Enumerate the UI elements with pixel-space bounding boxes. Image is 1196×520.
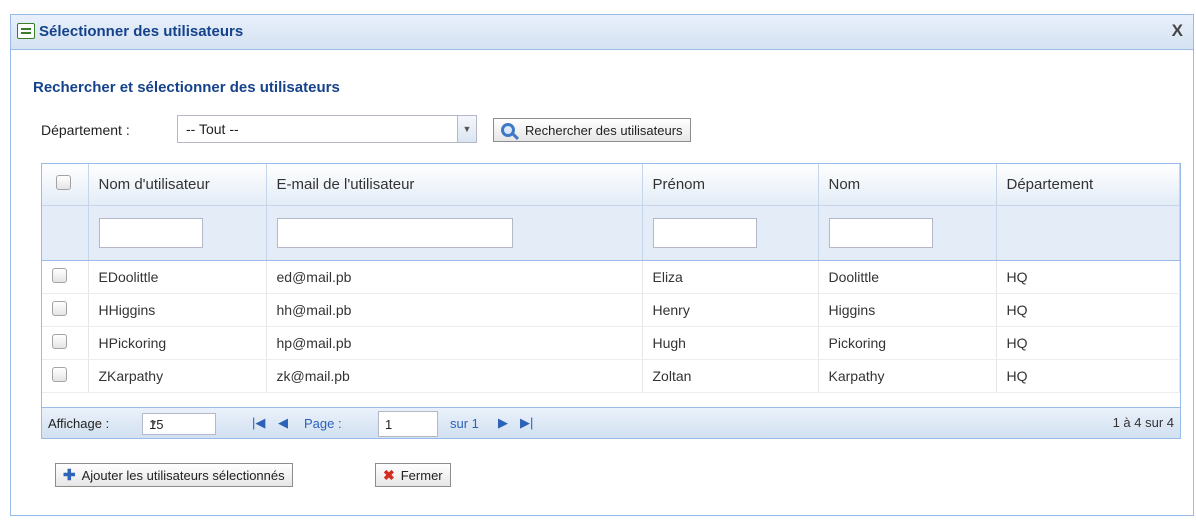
row-checkbox-cell xyxy=(42,260,89,294)
search-users-button[interactable]: Rechercher des utilisateurs xyxy=(493,118,691,142)
close-x-icon: ✖ xyxy=(383,466,395,483)
display-range: 1 à 4 sur 4 xyxy=(1112,415,1174,430)
cell-username: EDoolittle xyxy=(88,260,267,294)
page-number-input[interactable]: 1 xyxy=(378,411,438,437)
cell-department: HQ xyxy=(996,293,1180,327)
row-checkbox[interactable] xyxy=(52,268,67,283)
cell-username: HHiggins xyxy=(88,293,267,327)
column-header-department[interactable]: Département xyxy=(996,164,1180,206)
cell-username: ZKarpathy xyxy=(88,359,267,393)
table-row[interactable]: HHiggins hh@mail.pb Henry Higgins HQ xyxy=(42,293,1180,327)
first-page-icon[interactable]: |◀ xyxy=(252,415,265,431)
page-size-select[interactable]: 15 ▼ xyxy=(142,413,216,435)
department-select[interactable]: -- Tout -- ▼ xyxy=(177,115,477,143)
row-checkbox[interactable] xyxy=(52,301,67,316)
cell-email: hh@mail.pb xyxy=(266,293,643,327)
page-number-value: 1 xyxy=(385,417,393,432)
cell-department: HQ xyxy=(996,260,1180,294)
grid-header-row: Nom d'utilisateur E-mail de l'utilisateu… xyxy=(42,164,1180,206)
page-label: Page : xyxy=(304,416,342,431)
cell-last-name: Karpathy xyxy=(818,359,997,393)
cell-email: ed@mail.pb xyxy=(266,260,643,294)
department-label: Département : xyxy=(41,122,130,138)
paging-toolbar: Affichage : 15 ▼ |◀ ◀ Page : 1 sur 1 ▶ ▶… xyxy=(42,407,1180,438)
filter-cell xyxy=(818,205,997,261)
cell-last-name: Doolittle xyxy=(818,260,997,294)
close-icon[interactable]: X xyxy=(1172,21,1183,41)
column-header-first-name[interactable]: Prénom xyxy=(642,164,819,206)
filter-cell xyxy=(642,205,819,261)
next-page-icon[interactable]: ▶ xyxy=(498,415,508,431)
search-icon xyxy=(501,123,515,137)
page-total-label: sur 1 xyxy=(450,416,479,431)
search-users-label: Rechercher des utilisateurs xyxy=(525,122,683,138)
chevron-down-icon: ▼ xyxy=(149,418,158,428)
previous-page-icon[interactable]: ◀ xyxy=(278,415,288,431)
column-header-username[interactable]: Nom d'utilisateur xyxy=(88,164,267,206)
cell-username: HPickoring xyxy=(88,326,267,360)
section-title: Rechercher et sélectionner des utilisate… xyxy=(33,79,340,96)
table-row[interactable]: ZKarpathy zk@mail.pb Zoltan Karpathy HQ xyxy=(42,359,1180,393)
last-page-icon[interactable]: ▶| xyxy=(520,415,533,431)
close-button[interactable]: ✖ Fermer xyxy=(375,463,451,487)
table-row[interactable]: EDoolittle ed@mail.pb Eliza Doolittle HQ xyxy=(42,260,1180,294)
column-header-email[interactable]: E-mail de l'utilisateur xyxy=(266,164,643,206)
select-all-checkbox[interactable] xyxy=(56,175,71,190)
chevron-down-icon[interactable]: ▼ xyxy=(457,116,476,142)
cell-email: hp@mail.pb xyxy=(266,326,643,360)
last-name-filter-input[interactable] xyxy=(828,218,933,248)
select-all-header xyxy=(42,164,89,206)
column-header-last-name[interactable]: Nom xyxy=(818,164,997,206)
first-name-filter-input[interactable] xyxy=(652,218,757,248)
department-value: -- Tout -- xyxy=(186,121,239,137)
page-size-label: Affichage : xyxy=(48,416,110,431)
cell-first-name: Henry xyxy=(642,293,819,327)
cell-last-name: Higgins xyxy=(818,293,997,327)
users-grid: Nom d'utilisateur E-mail de l'utilisateu… xyxy=(41,163,1181,439)
cell-last-name: Pickoring xyxy=(818,326,997,360)
cell-email: zk@mail.pb xyxy=(266,359,643,393)
dialog-titlebar: Sélectionner des utilisateurs X xyxy=(11,15,1193,50)
filter-row xyxy=(42,205,1180,261)
row-checkbox-cell xyxy=(42,359,89,393)
row-checkbox-cell xyxy=(42,293,89,327)
select-users-dialog: Sélectionner des utilisateurs X Recherch… xyxy=(10,14,1194,516)
add-selected-users-button[interactable]: ✚ Ajouter les utilisateurs sélectionnés xyxy=(55,463,293,487)
filter-cell xyxy=(88,205,267,261)
row-checkbox[interactable] xyxy=(52,334,67,349)
filter-cell xyxy=(266,205,643,261)
window-icon xyxy=(17,23,35,39)
cell-first-name: Eliza xyxy=(642,260,819,294)
table-row[interactable]: HPickoring hp@mail.pb Hugh Pickoring HQ xyxy=(42,326,1180,360)
dialog-title: Sélectionner des utilisateurs xyxy=(39,23,244,40)
cell-first-name: Hugh xyxy=(642,326,819,360)
add-selected-users-label: Ajouter les utilisateurs sélectionnés xyxy=(81,467,285,483)
email-filter-input[interactable] xyxy=(276,218,513,248)
filter-cell-empty xyxy=(996,205,1180,261)
close-button-label: Fermer xyxy=(400,467,443,483)
plus-icon: ✚ xyxy=(63,467,76,484)
row-checkbox[interactable] xyxy=(52,367,67,382)
filter-cell-empty xyxy=(42,205,89,261)
cell-department: HQ xyxy=(996,326,1180,360)
cell-department: HQ xyxy=(996,359,1180,393)
row-checkbox-cell xyxy=(42,326,89,360)
username-filter-input[interactable] xyxy=(98,218,203,248)
cell-first-name: Zoltan xyxy=(642,359,819,393)
